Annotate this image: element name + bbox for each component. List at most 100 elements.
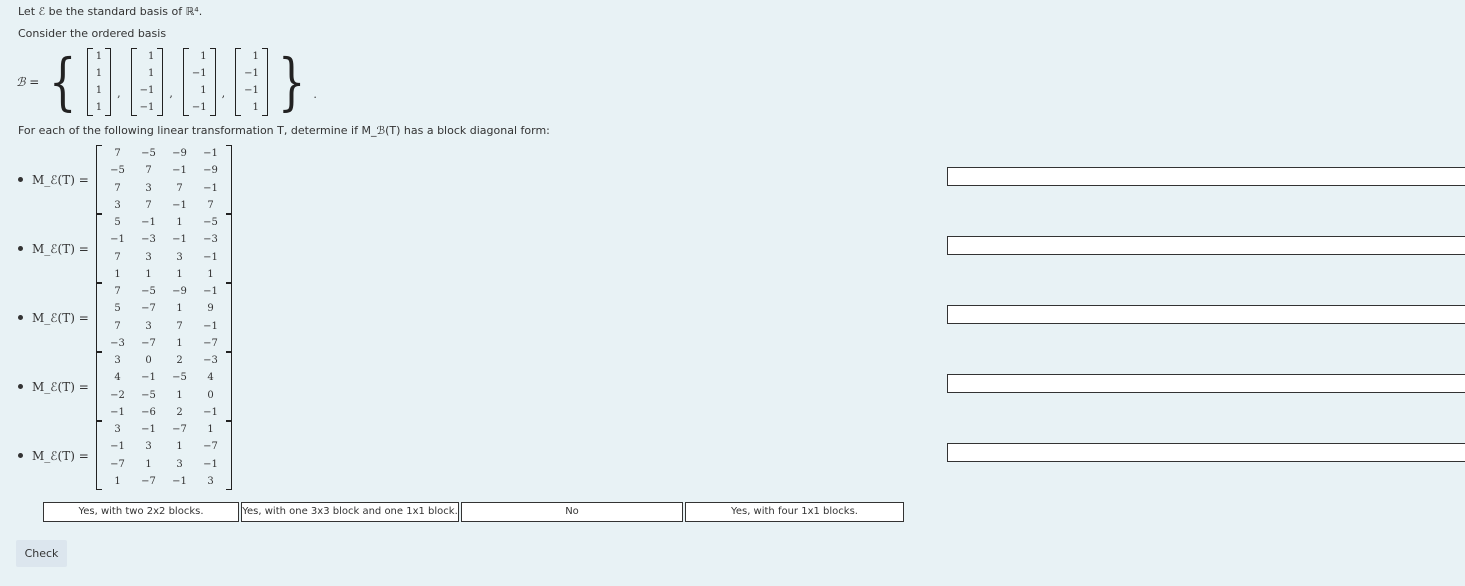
- matrix-entry: 1: [176, 441, 183, 453]
- vector-entry: −1: [244, 68, 259, 79]
- matrix-entry: −9: [203, 165, 218, 177]
- matrix-label: M_ℰ(T) =: [32, 310, 89, 325]
- matrix-entry: −1: [172, 475, 187, 487]
- matrix-entry: 4: [207, 372, 214, 384]
- bullet: [18, 315, 23, 320]
- question-row-4: M_ℰ(T) = 3 0 2 −3 4 −1 −5 4 −2 −5 1 0 −1 −6 2 −1: [18, 352, 232, 421]
- bullet: [18, 177, 23, 182]
- matrix-entry: −1: [172, 234, 187, 246]
- comma: ,: [169, 86, 173, 100]
- matrix-entry: 1: [145, 458, 152, 470]
- matrix-entry: −5: [141, 286, 156, 297]
- matrix-entry: 3: [145, 182, 152, 194]
- matrix-entry: −1: [141, 424, 156, 435]
- matrix-entry: 1: [114, 268, 121, 280]
- matrix-entry: 7: [114, 251, 121, 263]
- question-row-3: M_ℰ(T) = 7 −5 −9 −1 5 −7 1 9 7 3 7 −1 −3 −7 1 −7: [18, 283, 232, 352]
- vector-entry: 1: [95, 51, 103, 62]
- check-button[interactable]: Check: [16, 540, 67, 567]
- matrix-entry: −1: [203, 286, 218, 297]
- matrix-entry: 2: [176, 406, 183, 418]
- matrix-entry: −9: [172, 148, 187, 159]
- intro-line-2: Consider the ordered basis: [18, 27, 167, 40]
- matrix-entry: −5: [141, 389, 156, 401]
- matrix-entry: −5: [172, 372, 187, 384]
- vector-entry: −1: [191, 68, 207, 79]
- matrix-entry: 4: [114, 372, 121, 384]
- vector-entry: 1: [252, 102, 259, 113]
- basis-definition: ℬ = { 1 1 1 1, 1 1 −1 −1, 1 −1 1 −1, 1 −1 −1 1 } .: [16, 46, 323, 118]
- answer-drop-zone-4[interactable]: [947, 374, 1465, 393]
- matrix-entry: 2: [176, 355, 183, 366]
- basis-vector-1: 1 1 1 1: [86, 48, 112, 116]
- matrix-entry: 1: [207, 268, 214, 280]
- matrix-entry: 1: [176, 389, 183, 401]
- matrix-entry: −1: [203, 182, 218, 194]
- vector-entry: −1: [244, 85, 259, 96]
- matrix: 7 −5 −9 −1 −5 7 −1 −9 7 3 7 −1 3 7 −1 7: [96, 145, 232, 214]
- matrix-label: M_ℰ(T) =: [32, 172, 89, 187]
- matrix-entry: −1: [110, 441, 125, 453]
- bracket-right: [226, 214, 232, 283]
- matrix-entry: −6: [141, 406, 156, 418]
- matrix-entry: 3: [176, 458, 183, 470]
- matrix-label: M_ℰ(T) =: [32, 448, 89, 463]
- answer-drop-zone-5[interactable]: [947, 443, 1465, 462]
- option-no[interactable]: No: [461, 502, 683, 522]
- vector-entry: 1: [95, 102, 103, 113]
- answer-drop-zone-2[interactable]: [947, 236, 1465, 255]
- matrix: 3 0 2 −3 4 −1 −5 4 −2 −5 1 0 −1 −6 2 −1: [96, 352, 232, 421]
- left-brace: {: [49, 45, 77, 118]
- basis-label: ℬ =: [16, 75, 40, 89]
- bullet: [18, 384, 23, 389]
- vector-entry: 1: [252, 51, 259, 62]
- matrix-entry: −1: [203, 320, 218, 332]
- matrix-entry: 1: [176, 303, 183, 315]
- matrix-entry: −7: [141, 303, 156, 315]
- matrix-entry: −1: [110, 234, 125, 246]
- matrix: 3 −1 −7 1 −1 3 1 −7 −7 1 3 −1 1 −7 −1 3: [96, 421, 232, 490]
- option-3x3-and-1x1-block[interactable]: Yes, with one 3x3 block and one 1x1 bloc…: [241, 502, 459, 522]
- matrix-entry: 3: [114, 424, 121, 435]
- matrix-entry: 3: [145, 251, 152, 263]
- matrix-entry: 3: [145, 320, 152, 332]
- matrix-entry: −7: [203, 441, 218, 453]
- matrix-entry: −1: [110, 406, 125, 418]
- matrix-label: M_ℰ(T) =: [32, 241, 89, 256]
- question-row-1: M_ℰ(T) = 7 −5 −9 −1 −5 7 −1 −9 7 3 7 −1 3 7 −1 7: [18, 145, 232, 214]
- matrix-entry: 7: [145, 199, 152, 211]
- basis-vector-4: 1 −1 −1 1: [235, 48, 268, 116]
- option-four-1x1-blocks[interactable]: Yes, with four 1x1 blocks.: [685, 502, 904, 522]
- matrix-entry: −1: [172, 165, 187, 177]
- matrix-entry: −7: [203, 337, 218, 349]
- bracket-right: [226, 145, 232, 214]
- bullet: [18, 453, 23, 458]
- comma: ,: [221, 86, 226, 100]
- matrix-entry: −1: [203, 148, 218, 159]
- bracket-right: [209, 48, 216, 116]
- matrix-entry: 7: [207, 199, 214, 211]
- bracket-right: [226, 352, 232, 421]
- period: .: [313, 87, 317, 101]
- vector-entry: 1: [95, 68, 103, 79]
- option-two-2x2-blocks[interactable]: Yes, with two 2x2 blocks.: [43, 502, 239, 522]
- matrix-entry: 1: [114, 475, 121, 487]
- matrix: 7 −5 −9 −1 5 −7 1 9 7 3 7 −1 −3 −7 1 −7: [96, 283, 232, 352]
- matrix-entry: 7: [176, 320, 183, 332]
- matrix-entry: −3: [203, 234, 218, 246]
- matrix-entry: 1: [145, 268, 152, 280]
- matrix-entry: −7: [141, 337, 156, 349]
- matrix-entry: −5: [203, 217, 218, 228]
- matrix-entry: 1: [176, 268, 183, 280]
- matrix-entry: 7: [114, 320, 121, 332]
- matrix-entry: −1: [141, 372, 156, 384]
- matrix-entry: 3: [207, 475, 214, 487]
- bracket-right: [261, 48, 268, 116]
- vector-entry: 1: [200, 51, 207, 62]
- matrix-entry: −5: [141, 148, 156, 159]
- matrix-entry: 5: [114, 217, 121, 228]
- question-row-5: M_ℰ(T) = 3 −1 −7 1 −1 3 1 −7 −7 1 3 −1 1 −7 −1 3: [18, 421, 232, 490]
- answer-drop-zone-1[interactable]: [947, 167, 1465, 186]
- answer-drop-zone-3[interactable]: [947, 305, 1465, 324]
- matrix-entry: 3: [176, 251, 183, 263]
